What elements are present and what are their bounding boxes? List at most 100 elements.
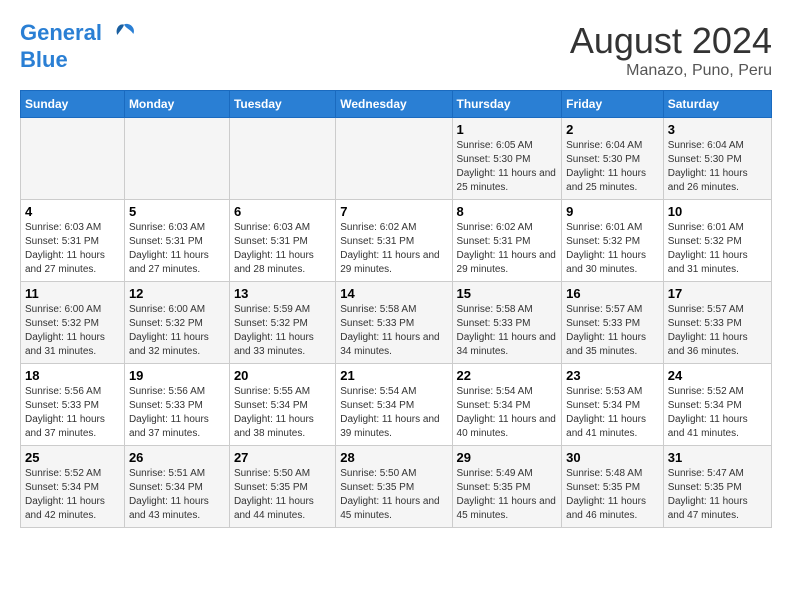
table-row: 23Sunrise: 5:53 AMSunset: 5:34 PMDayligh… xyxy=(562,364,664,446)
calendar-header-row: Sunday Monday Tuesday Wednesday Thursday… xyxy=(21,91,772,118)
table-row: 21 Sunrise: 5:54 AMSunset: 5:34 PMDayligh… xyxy=(336,364,452,446)
day-number: 14 xyxy=(340,286,447,301)
table-row xyxy=(21,118,125,200)
table-row: 2 Sunrise: 6:04 AMSunset: 5:30 PMDaylight… xyxy=(562,118,664,200)
day-info: Sunrise: 6:01 AMSunset: 5:32 PMDaylight:… xyxy=(668,221,767,277)
table-row: 12 Sunrise: 6:00 AMSunset: 5:32 PMDayligh… xyxy=(124,282,229,364)
day-number: 5 xyxy=(129,204,225,219)
calendar-subtitle: Manazo, Puno, Peru xyxy=(570,62,772,80)
table-row: 26 Sunrise: 5:51 AMSunset: 5:34 PMDayligh… xyxy=(124,446,229,528)
day-number: 11 xyxy=(25,286,120,301)
table-row: 17 Sunrise: 5:57 AMSunset: 5:33 PMDayligh… xyxy=(663,282,771,364)
day-info: Sunrise: 5:57 AMSunset: 5:33 PMDaylight:… xyxy=(566,303,659,359)
day-number: 8 xyxy=(457,204,558,219)
table-row: 24Sunrise: 5:52 AMSunset: 5:34 PMDayligh… xyxy=(663,364,771,446)
table-row: 18Sunrise: 5:56 AMSunset: 5:33 PMDayligh… xyxy=(21,364,125,446)
table-row: 16Sunrise: 5:57 AMSunset: 5:33 PMDayligh… xyxy=(562,282,664,364)
table-row: 27 Sunrise: 5:50 AMSunset: 5:35 PMDayligh… xyxy=(229,446,335,528)
day-number: 21 xyxy=(340,368,447,383)
day-number: 25 xyxy=(25,450,120,465)
page-header: General Blue August 2024 Manazo, Puno, P… xyxy=(20,20,772,80)
header-saturday: Saturday xyxy=(663,91,771,118)
day-info: Sunrise: 5:54 AMSunset: 5:34 PMDaylight:… xyxy=(340,385,447,441)
table-row: 11 Sunrise: 6:00 AMSunset: 5:32 PMDayligh… xyxy=(21,282,125,364)
table-row: 10 Sunrise: 6:01 AMSunset: 5:32 PMDayligh… xyxy=(663,200,771,282)
day-info: Sunrise: 5:57 AMSunset: 5:33 PMDaylight:… xyxy=(668,303,767,359)
table-row: 13 Sunrise: 5:59 AMSunset: 5:32 PMDayligh… xyxy=(229,282,335,364)
table-row: 20 Sunrise: 5:55 AMSunset: 5:34 PMDayligh… xyxy=(229,364,335,446)
day-number: 6 xyxy=(234,204,331,219)
day-info: Sunrise: 5:59 AMSunset: 5:32 PMDaylight:… xyxy=(234,303,331,359)
day-info: Sunrise: 6:00 AMSunset: 5:32 PMDaylight:… xyxy=(25,303,120,359)
day-number: 3 xyxy=(668,122,767,137)
day-info: Sunrise: 6:03 AMSunset: 5:31 PMDaylight:… xyxy=(129,221,225,277)
day-number: 2 xyxy=(566,122,659,137)
day-number: 28 xyxy=(340,450,447,465)
day-info: Sunrise: 5:49 AMSunset: 5:35 PMDaylight:… xyxy=(457,467,558,523)
day-number: 29 xyxy=(457,450,558,465)
day-info: Sunrise: 5:55 AMSunset: 5:34 PMDaylight:… xyxy=(234,385,331,441)
calendar-week-row: 25 Sunrise: 5:52 AMSunset: 5:34 PMDayligh… xyxy=(21,446,772,528)
calendar-week-row: 1Sunrise: 6:05 AMSunset: 5:30 PMDaylight… xyxy=(21,118,772,200)
day-info: Sunrise: 6:03 AMSunset: 5:31 PMDaylight:… xyxy=(25,221,120,277)
table-row: 9Sunrise: 6:01 AMSunset: 5:32 PMDaylight… xyxy=(562,200,664,282)
day-number: 13 xyxy=(234,286,331,301)
table-row: 5 Sunrise: 6:03 AMSunset: 5:31 PMDaylight… xyxy=(124,200,229,282)
table-row: 6 Sunrise: 6:03 AMSunset: 5:31 PMDaylight… xyxy=(229,200,335,282)
table-row xyxy=(229,118,335,200)
day-info: Sunrise: 6:03 AMSunset: 5:31 PMDaylight:… xyxy=(234,221,331,277)
table-row: 30 Sunrise: 5:48 AMSunset: 5:35 PMDayligh… xyxy=(562,446,664,528)
calendar-week-row: 4Sunrise: 6:03 AMSunset: 5:31 PMDaylight… xyxy=(21,200,772,282)
logo: General Blue xyxy=(20,20,138,72)
day-number: 17 xyxy=(668,286,767,301)
day-info: Sunrise: 5:52 AMSunset: 5:34 PMDaylight:… xyxy=(25,467,120,523)
day-info: Sunrise: 6:00 AMSunset: 5:32 PMDaylight:… xyxy=(129,303,225,359)
day-number: 27 xyxy=(234,450,331,465)
day-info: Sunrise: 6:01 AMSunset: 5:32 PMDaylight:… xyxy=(566,221,659,277)
calendar-title: August 2024 xyxy=(570,20,772,62)
day-number: 12 xyxy=(129,286,225,301)
day-number: 15 xyxy=(457,286,558,301)
table-row: 28 Sunrise: 5:50 AMSunset: 5:35 PMDayligh… xyxy=(336,446,452,528)
logo-bird-icon xyxy=(110,20,138,48)
day-info: Sunrise: 5:48 AMSunset: 5:35 PMDaylight:… xyxy=(566,467,659,523)
day-info: Sunrise: 6:02 AMSunset: 5:31 PMDaylight:… xyxy=(340,221,447,277)
header-thursday: Thursday xyxy=(452,91,562,118)
header-tuesday: Tuesday xyxy=(229,91,335,118)
logo-text: General xyxy=(20,20,138,48)
day-number: 30 xyxy=(566,450,659,465)
table-row: 19Sunrise: 5:56 AMSunset: 5:33 PMDayligh… xyxy=(124,364,229,446)
day-number: 10 xyxy=(668,204,767,219)
header-friday: Friday xyxy=(562,91,664,118)
day-info: Sunrise: 6:05 AMSunset: 5:30 PMDaylight:… xyxy=(457,139,558,195)
table-row: 22 Sunrise: 5:54 AMSunset: 5:34 PMDayligh… xyxy=(452,364,562,446)
day-info: Sunrise: 5:58 AMSunset: 5:33 PMDaylight:… xyxy=(340,303,447,359)
logo-blue: Blue xyxy=(20,48,138,72)
calendar-week-row: 18Sunrise: 5:56 AMSunset: 5:33 PMDayligh… xyxy=(21,364,772,446)
calendar-table: Sunday Monday Tuesday Wednesday Thursday… xyxy=(20,90,772,528)
day-info: Sunrise: 5:51 AMSunset: 5:34 PMDaylight:… xyxy=(129,467,225,523)
header-sunday: Sunday xyxy=(21,91,125,118)
day-number: 19 xyxy=(129,368,225,383)
day-info: Sunrise: 5:54 AMSunset: 5:34 PMDaylight:… xyxy=(457,385,558,441)
day-number: 7 xyxy=(340,204,447,219)
day-info: Sunrise: 6:04 AMSunset: 5:30 PMDaylight:… xyxy=(566,139,659,195)
table-row: 15 Sunrise: 5:58 AMSunset: 5:33 PMDayligh… xyxy=(452,282,562,364)
day-info: Sunrise: 5:50 AMSunset: 5:35 PMDaylight:… xyxy=(340,467,447,523)
day-info: Sunrise: 5:58 AMSunset: 5:33 PMDaylight:… xyxy=(457,303,558,359)
day-info: Sunrise: 5:50 AMSunset: 5:35 PMDaylight:… xyxy=(234,467,331,523)
table-row: 25 Sunrise: 5:52 AMSunset: 5:34 PMDayligh… xyxy=(21,446,125,528)
table-row: 7 Sunrise: 6:02 AMSunset: 5:31 PMDaylight… xyxy=(336,200,452,282)
header-wednesday: Wednesday xyxy=(336,91,452,118)
table-row xyxy=(336,118,452,200)
table-row: 3 Sunrise: 6:04 AMSunset: 5:30 PMDaylight… xyxy=(663,118,771,200)
day-number: 23 xyxy=(566,368,659,383)
table-row: 8Sunrise: 6:02 AMSunset: 5:31 PMDaylight… xyxy=(452,200,562,282)
day-number: 31 xyxy=(668,450,767,465)
day-info: Sunrise: 6:04 AMSunset: 5:30 PMDaylight:… xyxy=(668,139,767,195)
day-number: 26 xyxy=(129,450,225,465)
day-info: Sunrise: 5:52 AMSunset: 5:34 PMDaylight:… xyxy=(668,385,767,441)
day-number: 20 xyxy=(234,368,331,383)
table-row: 14 Sunrise: 5:58 AMSunset: 5:33 PMDayligh… xyxy=(336,282,452,364)
day-number: 22 xyxy=(457,368,558,383)
